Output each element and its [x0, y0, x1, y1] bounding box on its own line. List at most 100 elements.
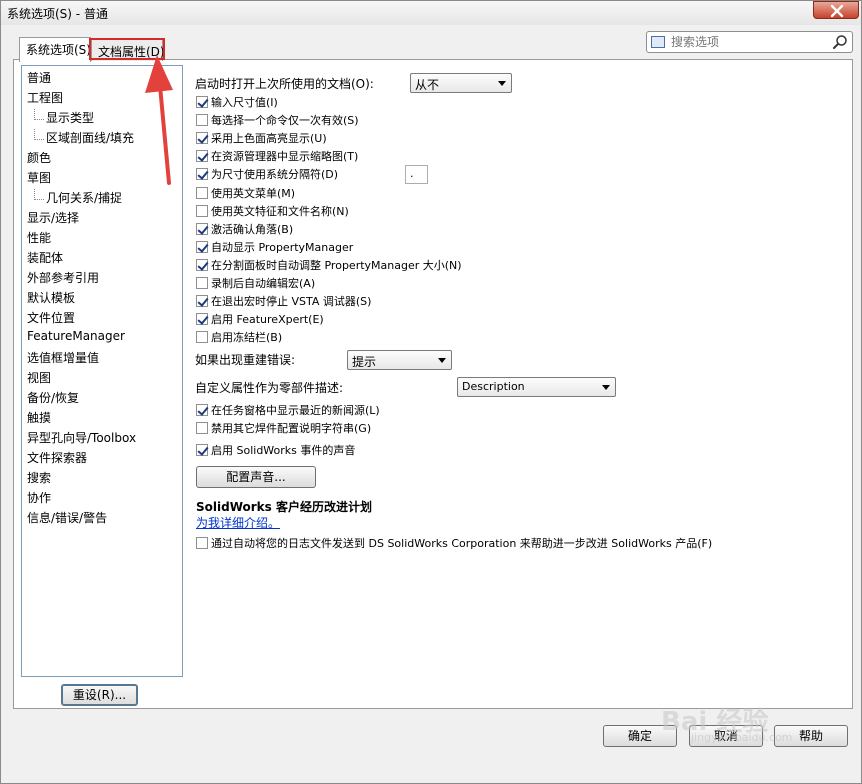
option-checkbox-label: 自动显示 PropertyManager [211, 240, 354, 254]
reset-button[interactable]: 重设(R)... [61, 684, 138, 706]
option-checkbox-label: 在退出宏时停止 VSTA 调试器(S) [211, 295, 372, 309]
tree-item-display-selection[interactable]: 显示/选择 [27, 209, 79, 227]
option-checkbox-label: 为尺寸使用系统分隔符(D) [211, 168, 339, 182]
option-checkbox-row[interactable]: 为尺寸使用系统分隔符(D) [196, 166, 338, 182]
ceip-checkbox-label: 通过自动将您的日志文件发送到 DS SolidWorks Corporation… [211, 537, 713, 550]
option-checkbox[interactable] [196, 313, 208, 326]
tree-item-featuremanager[interactable]: FeatureManager [27, 329, 125, 347]
close-button[interactable] [813, 1, 859, 19]
option-checkbox-row[interactable]: 在任务窗格中显示最近的新闻源(L) [196, 402, 380, 418]
option-checkbox-label: 使用英文菜单(M) [211, 186, 296, 200]
open-last-docs-value: 从不 [415, 78, 440, 92]
open-last-docs-dropdown[interactable]: 从不 [410, 73, 512, 93]
option-checkbox[interactable] [196, 422, 208, 434]
custom-property-value: Description [462, 380, 525, 393]
close-icon [830, 4, 844, 18]
tree-item-hole-wizard-toolbox[interactable]: 异型孔向导/Toolbox [27, 429, 136, 447]
tree-item-external-references[interactable]: 外部参考引用 [27, 269, 99, 287]
custom-property-label: 自定义属性作为零部件描述: [195, 381, 344, 395]
document-icon [651, 36, 665, 48]
option-checkbox-label: 启用 FeatureXpert(E) [211, 313, 324, 327]
option-checkbox[interactable] [196, 277, 208, 289]
option-checkbox-label: 每选择一个命令仅一次有效(S) [211, 114, 359, 128]
tree-item-touch[interactable]: 触摸 [27, 409, 51, 427]
option-checkbox-label: 启用冻结栏(B) [211, 331, 283, 345]
option-checkbox-label: 使用英文特征和文件名称(N) [211, 204, 349, 218]
option-checkbox[interactable] [196, 404, 208, 416]
option-checkbox[interactable] [196, 204, 208, 217]
option-checkbox-row[interactable]: 启用 SolidWorks 事件的声音 [196, 442, 355, 458]
chevron-down-icon [438, 358, 446, 363]
option-checkbox[interactable] [196, 240, 208, 253]
tree-item-display-type[interactable]: 显示类型 [34, 109, 94, 127]
option-checkbox-row[interactable]: 采用上色面高亮显示(U) [196, 130, 327, 146]
tree-item-drawings[interactable]: 工程图 [27, 89, 63, 107]
option-checkbox[interactable] [196, 258, 208, 271]
chevron-down-icon [498, 81, 506, 86]
tree-item-performance[interactable]: 性能 [27, 229, 51, 247]
tree-item-backup-recover[interactable]: 备份/恢复 [27, 389, 79, 407]
option-checkbox[interactable] [196, 186, 208, 199]
option-checkbox-label: 启用 SolidWorks 事件的声音 [211, 444, 356, 457]
tree-item-area-hatch[interactable]: 区域剖面线/填充 [34, 129, 134, 147]
tree-item-relations-snaps[interactable]: 几何关系/捕捉 [34, 189, 122, 207]
tree-item-file-locations[interactable]: 文件位置 [27, 309, 75, 327]
option-checkbox[interactable] [196, 444, 208, 456]
option-checkbox-row[interactable]: 在资源管理器中显示缩略图(T) [196, 148, 358, 164]
option-checkbox-label: 在任务窗格中显示最近的新闻源(L) [211, 404, 380, 417]
custom-property-dropdown[interactable]: Description [457, 377, 616, 397]
system-options-dialog: 系统选项(S) - 普通 系统选项(S) 文档属性(D) 普通 工程图 显示类型… [0, 0, 862, 784]
option-checkbox-label: 在资源管理器中显示缩略图(T) [211, 150, 359, 164]
tree-item-messages-errors-warnings[interactable]: 信息/错误/警告 [27, 509, 107, 527]
tree-item-view[interactable]: 视图 [27, 369, 51, 387]
option-checkbox-row[interactable]: 录制后自动编辑宏(A) [196, 275, 315, 291]
annotation-arrow-icon [145, 55, 173, 185]
rebuild-error-label: 如果出现重建错误: [195, 353, 296, 367]
option-checkbox-row[interactable]: 在退出宏时停止 VSTA 调试器(S) [196, 293, 371, 309]
search-options-box[interactable] [646, 31, 853, 53]
option-checkbox-row[interactable]: 自动显示 PropertyManager [196, 239, 353, 255]
option-checkbox-row[interactable]: 输入尺寸值(I) [196, 94, 278, 110]
option-checkbox-row[interactable]: 启用冻结栏(B) [196, 329, 282, 345]
option-checkbox[interactable] [196, 96, 208, 108]
ceip-checkbox[interactable] [196, 537, 208, 549]
tree-item-assemblies[interactable]: 装配体 [27, 249, 63, 267]
option-checkbox[interactable] [196, 168, 208, 181]
option-checkbox[interactable] [196, 132, 208, 145]
option-checkbox[interactable] [196, 114, 208, 127]
ceip-title: SolidWorks 客户经历改进计划 [196, 500, 372, 514]
configure-sounds-button[interactable]: 配置声音... [196, 466, 316, 488]
option-checkbox-label: 输入尺寸值(I) [211, 96, 278, 109]
search-input[interactable] [669, 34, 829, 50]
option-checkbox[interactable] [196, 222, 208, 235]
ceip-learn-more-link[interactable]: 为我详细介绍。 [196, 514, 280, 531]
option-checkbox[interactable] [196, 295, 208, 308]
option-checkbox[interactable] [196, 331, 208, 344]
rebuild-error-value: 提示 [352, 355, 377, 369]
open-last-docs-label: 启动时打开上次所使用的文档(O): [195, 77, 374, 91]
option-checkbox-row[interactable]: 激活确认角落(B) [196, 221, 293, 237]
option-checkbox-row[interactable]: 使用英文菜单(M) [196, 185, 295, 201]
tree-item-sketch[interactable]: 草图 [27, 169, 51, 187]
tree-item-file-explorer[interactable]: 文件探索器 [27, 449, 87, 467]
search-icon[interactable] [832, 34, 848, 50]
option-checkbox-row[interactable]: 启用 FeatureXpert(E) [196, 311, 324, 327]
option-checkbox-row[interactable]: 在分割面板时自动调整 PropertyManager 大小(N) [196, 257, 462, 273]
tree-item-general[interactable]: 普通 [27, 69, 51, 87]
option-checkbox-row[interactable]: 每选择一个命令仅一次有效(S) [196, 112, 359, 128]
option-checkbox-row[interactable]: 禁用其它焊件配置说明字符串(G) [196, 420, 371, 436]
tree-item-collaboration[interactable]: 协作 [27, 489, 51, 507]
tree-item-default-templates[interactable]: 默认模板 [27, 289, 75, 307]
ceip-checkbox-row[interactable]: 通过自动将您的日志文件发送到 DS SolidWorks Corporation… [196, 535, 712, 551]
option-checkbox-row[interactable]: 使用英文特征和文件名称(N) [196, 203, 349, 219]
separator-field[interactable]: . [405, 165, 428, 184]
chevron-down-icon [602, 385, 610, 390]
option-checkbox[interactable] [196, 150, 208, 163]
option-checkbox-label: 录制后自动编辑宏(A) [211, 277, 316, 290]
tree-item-search[interactable]: 搜索 [27, 469, 51, 487]
tree-item-colors[interactable]: 颜色 [27, 149, 51, 167]
rebuild-error-dropdown[interactable]: 提示 [347, 350, 452, 370]
tree-item-spin-box-increments[interactable]: 选值框增量值 [27, 349, 99, 367]
option-checkbox-label: 禁用其它焊件配置说明字符串(G) [211, 422, 372, 435]
tab-system-options[interactable]: 系统选项(S) [19, 37, 91, 62]
